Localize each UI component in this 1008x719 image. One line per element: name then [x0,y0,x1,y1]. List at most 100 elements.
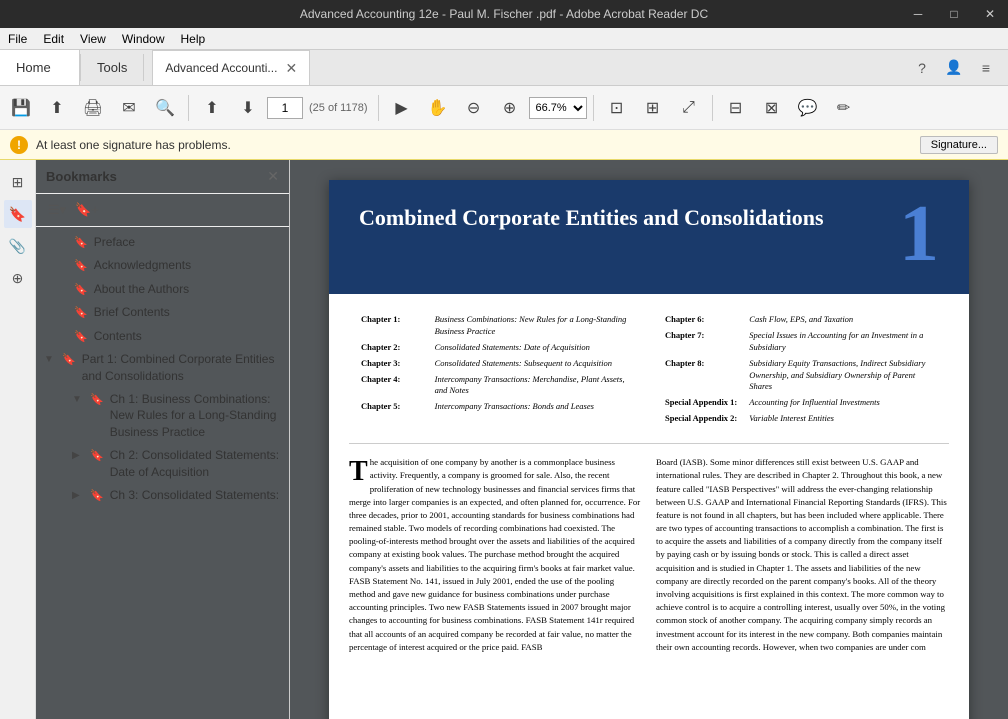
bookmark-about-authors-label: About the Authors [94,281,281,298]
bookmark-acknowledgments-label: Acknowledgments [94,257,281,274]
fit-width-button[interactable]: ⊞ [636,91,670,125]
help-icon-button[interactable]: ? [908,54,936,82]
signature-button[interactable]: Signature... [920,136,998,154]
minimize-button[interactable]: ─ [900,0,936,28]
table-row: Chapter 5: Intercompany Transactions: Bo… [355,399,639,415]
bookmark-acknowledgments[interactable]: 🔖 Acknowledgments [36,254,289,277]
special-app2-num: Special Appendix 2: [659,411,743,427]
ch2-title: Consolidated Statements: Date of Acquisi… [429,340,639,356]
sidebar-icon-layers[interactable]: ⊕ [4,264,32,292]
window-title: Advanced Accounting 12e - Paul M. Fische… [300,7,708,21]
bookmark-ch3[interactable]: ▶ 🔖 Ch 3: Consolidated Statements: [36,484,289,507]
upload-button[interactable]: ⬆ [40,91,74,125]
signin-icon-button[interactable]: 👤 [940,54,968,82]
close-button[interactable]: ✕ [972,0,1008,28]
fit-page-button[interactable]: ⊡ [600,91,634,125]
email-button[interactable]: ✉ [112,91,146,125]
tab-home[interactable]: Home [0,50,80,85]
table-row: Chapter 1: Business Combinations: New Ru… [355,312,639,340]
ch5-num: Chapter 5: [355,399,429,415]
menu-window[interactable]: Window [114,30,173,48]
print-button[interactable]: 🖨 [76,91,110,125]
bookmark-ch2-label: Ch 2: Consolidated Statements: Date of A… [110,447,281,481]
special-app1-title: Accounting for Influential Investments [743,395,943,411]
tab-close-button[interactable]: ✕ [285,61,297,75]
hand-tool-button[interactable]: ✋ [421,91,455,125]
comment-button[interactable]: 💬 [791,91,825,125]
pdf-body: T he acquisition of one company by anoth… [349,456,949,654]
bookmark-preface[interactable]: 🔖 Preface [36,231,289,254]
menu-file[interactable]: File [0,30,35,48]
table-row: Chapter 7: Special Issues in Accounting … [659,328,943,356]
sidebar-icon-bookmarks[interactable]: 🔖 [4,200,32,228]
pen-button[interactable]: ✏ [827,91,861,125]
bookmark-icon-8: 🔖 [90,449,104,464]
tab-right-area: ? 👤 ≡ [908,50,1008,85]
toolbar-sep-4 [712,95,713,121]
bookmarks-title: Bookmarks [46,169,117,184]
bookmarks-close-button[interactable]: ✕ [267,168,279,185]
prev-page-button[interactable]: ⬆ [195,91,229,125]
ch7-num: Chapter 7: [659,328,743,356]
bookmarks-options-button[interactable]: ☰▾ [44,198,70,222]
bookmark-brief-contents[interactable]: 🔖 Brief Contents [36,301,289,324]
bookmarks-header: Bookmarks ✕ [36,160,289,194]
special-app1-num: Special Appendix 1: [659,395,743,411]
ch6-num: Chapter 6: [659,312,743,328]
zoom-out-button[interactable]: ⊖ [457,91,491,125]
window-controls: ─ □ ✕ [900,0,1008,28]
bookmark-part1-label: Part 1: Combined Corporate Entities and … [82,351,281,385]
bookmark-icon-5: 🔖 [74,330,88,345]
pdf-viewer-area[interactable]: Combined Corporate Entities and Consolid… [290,160,1008,719]
tools-bar-btn2[interactable]: ⊠ [755,91,789,125]
bookmarks-list: 🔖 Preface 🔖 Acknowledgments 🔖 About the … [36,227,289,719]
bookmarks-panel: Bookmarks ✕ ☰▾ 🔖+ 🔖 Preface 🔖 Ackno [36,160,289,719]
toolbar-sep-1 [188,95,189,121]
ch4-title: Intercompany Transactions: Merchandise, … [429,372,639,400]
title-bar: Advanced Accounting 12e - Paul M. Fische… [0,0,1008,28]
toolbar: 💾 ⬆ 🖨 ✉ 🔍 ⬆ ⬇ (25 of 1178) ▶ ✋ ⊖ ⊕ 50% 6… [0,86,1008,130]
sidebar-wrapper: ⊞ 🔖 📎 ⊕ Bookmarks ✕ ☰▾ 🔖+ 🔖 Preface [0,160,290,719]
bookmark-about-authors[interactable]: 🔖 About the Authors [36,278,289,301]
tab-bar: Home Tools Advanced Accounti... ✕ ? 👤 ≡ [0,50,1008,86]
table-row: Chapter 3: Consolidated Statements: Subs… [355,356,639,372]
bookmark-icon-6: 🔖 [62,353,76,368]
pdf-body-left-text: he acquisition of one company by another… [349,457,640,652]
menu-help[interactable]: Help [173,30,214,48]
maximize-button[interactable]: □ [936,0,972,28]
bookmarks-add-button[interactable]: 🔖+ [74,198,100,222]
warning-icon: ! [10,136,28,154]
sidebar-icon-attachments[interactable]: 📎 [4,232,32,260]
bookmark-part1[interactable]: ▼ 🔖 Part 1: Combined Corporate Entities … [36,348,289,388]
notification-actions: Signature... [920,136,998,154]
bookmark-ch2[interactable]: ▶ 🔖 Ch 2: Consolidated Statements: Date … [36,444,289,484]
bookmark-contents[interactable]: 🔖 Contents [36,325,289,348]
table-row: Chapter 8: Subsidiary Equity Transaction… [659,356,943,396]
sidebar-icon-strip: ⊞ 🔖 📎 ⊕ [0,160,36,719]
pdf-body-right-text: Board (IASB). Some minor differences sti… [656,457,947,652]
ch8-num: Chapter 8: [659,356,743,396]
zoom-in-button[interactable]: ⊕ [493,91,527,125]
fullscreen-button[interactable]: ⤢ [672,91,706,125]
tools-bar-btn[interactable]: ⊟ [719,91,753,125]
table-row: Chapter 2: Consolidated Statements: Date… [355,340,639,356]
menu-view[interactable]: View [72,30,114,48]
menu-edit[interactable]: Edit [35,30,72,48]
zoom-select[interactable]: 50% 66.7% 75% 100% 125% 150% [529,97,587,119]
bookmark-ch1[interactable]: ▼ 🔖 Ch 1: Business Combinations: New Rul… [36,388,289,444]
next-page-button[interactable]: ⬇ [231,91,265,125]
pdf-col-right: Board (IASB). Some minor differences sti… [656,456,949,654]
menu-icon-button[interactable]: ≡ [972,54,1000,82]
search-button[interactable]: 🔍 [148,91,182,125]
menu-bar: File Edit View Window Help [0,28,1008,50]
save-button[interactable]: 💾 [4,91,38,125]
page-total-label: (25 of 1178) [305,102,372,114]
special-app2-title: Variable Interest Entities [743,411,943,427]
table-row: Special Appendix 1: Accounting for Influ… [659,395,943,411]
tab-document[interactable]: Advanced Accounti... ✕ [152,50,310,85]
select-tool-button[interactable]: ▶ [385,91,419,125]
ch7-title: Special Issues in Accounting for an Inve… [743,328,943,356]
sidebar-icon-thumbnail[interactable]: ⊞ [4,168,32,196]
page-number-input[interactable] [267,97,303,119]
tab-tools[interactable]: Tools [81,50,143,85]
